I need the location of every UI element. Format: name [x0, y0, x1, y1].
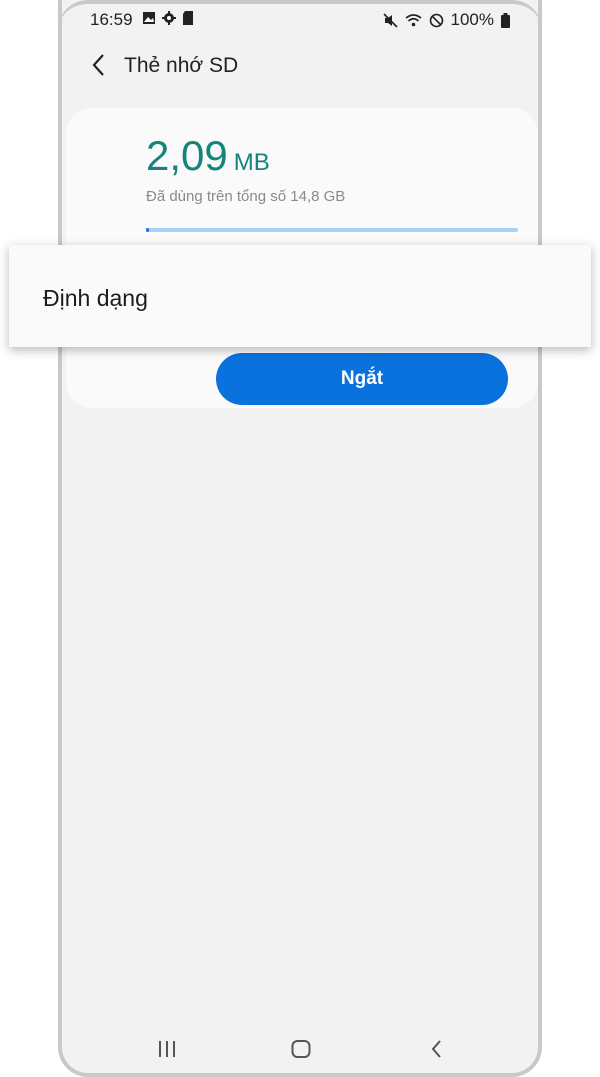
storage-progress-bar — [146, 228, 518, 232]
used-storage: 2,09 MB — [146, 132, 270, 180]
wifi-icon — [405, 14, 422, 27]
image-icon — [143, 12, 155, 24]
recents-icon[interactable] — [156, 1038, 178, 1060]
back-icon[interactable] — [426, 1038, 448, 1060]
menu-item-format[interactable]: Định dạng — [43, 285, 148, 312]
storage-subtitle: Đã dùng trên tổng số 14,8 GB — [146, 188, 346, 205]
page-title: Thẻ nhớ SD — [124, 54, 239, 77]
used-unit: MB — [233, 149, 270, 176]
do-not-disturb-icon — [429, 13, 443, 27]
status-bar: 16:59 100% — [62, 0, 538, 38]
gear-icon — [162, 11, 176, 25]
phone-frame: 16:59 100% Thẻ nhớ SD 2,09 MB Đã dùng trê… — [58, 0, 542, 1077]
used-value: 2,09 — [146, 132, 228, 179]
navigation-bar — [62, 1030, 538, 1070]
status-right-icons: 100% — [382, 10, 510, 30]
mute-icon — [382, 12, 398, 28]
status-left-icons — [142, 11, 194, 25]
storage-progress-fill — [146, 228, 149, 232]
app-header: Thẻ nhớ SD — [62, 38, 538, 94]
status-time: 16:59 — [90, 10, 133, 29]
battery-percent: 100% — [450, 10, 494, 29]
battery-icon — [501, 12, 510, 28]
context-menu: Định dạng — [9, 245, 591, 347]
unmount-button[interactable]: Ngắt — [216, 353, 508, 405]
sd-card-icon — [183, 11, 193, 25]
home-icon[interactable] — [290, 1038, 312, 1060]
chevron-left-icon[interactable] — [86, 50, 110, 80]
